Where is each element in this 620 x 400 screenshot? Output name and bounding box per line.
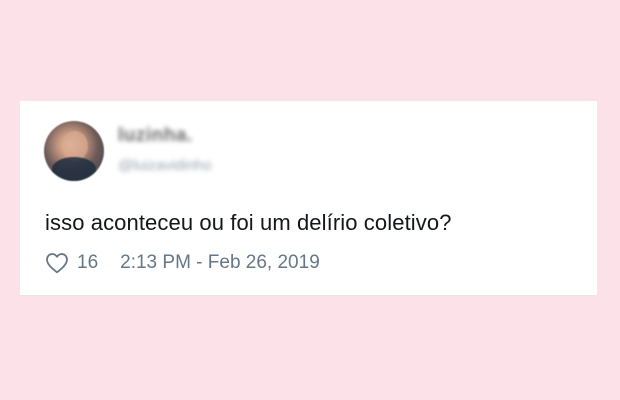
display-name[interactable]: luzinha. <box>118 125 193 147</box>
like-count: 16 <box>77 252 99 273</box>
user-handle[interactable]: @luizavidinho <box>118 157 212 174</box>
tweet-text: isso aconteceu ou foi um delírio coletiv… <box>45 210 452 235</box>
avatar[interactable] <box>44 121 104 181</box>
tweet-meta-row: 16 2:13 PM - Feb 26, 2019 <box>45 250 320 276</box>
heart-icon[interactable] <box>45 252 69 274</box>
tweet-timestamp[interactable]: 2:13 PM - Feb 26, 2019 <box>120 252 320 274</box>
avatar-shoulders <box>52 157 96 181</box>
page-background: luzinha. @luizavidinho isso aconteceu ou… <box>0 0 620 400</box>
tweet-card: luzinha. @luizavidinho isso aconteceu ou… <box>20 101 597 296</box>
